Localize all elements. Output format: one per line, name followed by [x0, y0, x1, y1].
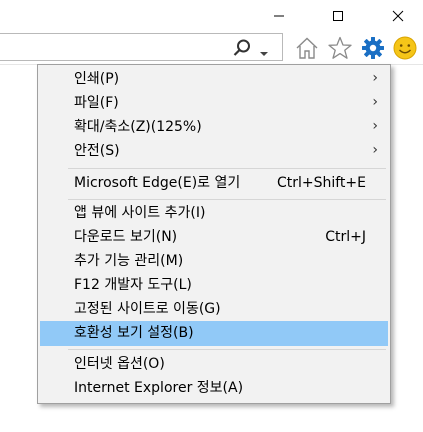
home-icon [296, 37, 318, 59]
menu-item-label: 인쇄(P) [74, 71, 120, 87]
submenu-arrow-icon: › [372, 70, 378, 86]
chevron-down-icon [260, 52, 268, 56]
menu-item-label: 인터넷 옵션(O) [74, 356, 165, 372]
menu-item-shortcut: Ctrl+Shift+E [276, 175, 366, 191]
menu-item-internet-options[interactable]: 인터넷 옵션(O) [40, 352, 388, 377]
tools-menu: 인쇄(P) › 파일(F) › 확대/축소(Z)(125%) › 안전(S) ›… [37, 64, 391, 404]
menu-item-manage-add-ons[interactable]: 추가 기능 관리(M) [40, 249, 388, 274]
menu-item-label: Internet Explorer 정보(A) [74, 380, 244, 396]
home-button[interactable] [294, 35, 320, 61]
close-button[interactable] [383, 4, 413, 28]
menu-item-shortcut: Ctrl+J [325, 229, 366, 245]
menu-separator [68, 199, 386, 200]
submenu-arrow-icon: › [372, 118, 378, 134]
menu-item-label: 안전(S) [74, 143, 120, 159]
tools-button[interactable] [360, 35, 386, 61]
close-icon [392, 10, 404, 22]
menu-item-label: 추가 기능 관리(M) [74, 253, 184, 269]
menu-item-file[interactable]: 파일(F) › [40, 91, 388, 116]
menu-item-add-site-to-apps[interactable]: 앱 뷰에 사이트 추가(I) [40, 201, 388, 226]
menu-item-about-ie[interactable]: Internet Explorer 정보(A) [40, 376, 388, 401]
submenu-arrow-icon: › [372, 94, 378, 110]
minimize-icon [274, 15, 284, 17]
gear-icon [362, 37, 384, 59]
menu-item-view-downloads[interactable]: 다운로드 보기(N) Ctrl+J [40, 225, 388, 250]
menu-item-label: 확대/축소(Z)(125%) [74, 119, 202, 135]
search-button[interactable] [232, 38, 252, 58]
menu-item-go-to-pinned-sites[interactable]: 고정된 사이트로 이동(G) [40, 297, 388, 322]
menu-item-safety[interactable]: 안전(S) › [40, 139, 388, 164]
browser-window: 인쇄(P) › 파일(F) › 확대/축소(Z)(125%) › 안전(S) ›… [0, 0, 423, 432]
smiley-icon [393, 36, 417, 60]
maximize-button[interactable] [323, 4, 353, 28]
search-icon [233, 39, 250, 56]
star-icon [328, 36, 352, 59]
menu-item-label: 고정된 사이트로 이동(G) [74, 301, 221, 317]
menu-item-f12-developer-tools[interactable]: F12 개발자 도구(L) [40, 273, 388, 298]
menu-item-print[interactable]: 인쇄(P) › [40, 67, 388, 92]
submenu-arrow-icon: › [372, 142, 378, 158]
maximize-icon [333, 11, 343, 21]
favorites-button[interactable] [327, 35, 353, 61]
menu-separator [68, 349, 386, 350]
menu-item-label: 앱 뷰에 사이트 추가(I) [74, 205, 206, 221]
menu-item-label: F12 개발자 도구(L) [74, 277, 192, 293]
menu-item-compatibility-view-settings[interactable]: 호환성 보기 설정(B) [40, 321, 388, 346]
menu-item-label: 다운로드 보기(N) [74, 229, 178, 245]
menu-item-label: 파일(F) [74, 95, 119, 111]
minimize-button[interactable] [264, 4, 294, 28]
menu-item-label: Microsoft Edge(E)로 열기 [74, 175, 241, 191]
address-dropdown-button[interactable] [259, 43, 269, 56]
menu-item-open-in-edge[interactable]: Microsoft Edge(E)로 열기 Ctrl+Shift+E [40, 171, 388, 196]
menu-separator [68, 168, 386, 169]
feedback-button[interactable] [392, 35, 418, 61]
menu-item-label: 호환성 보기 설정(B) [74, 325, 194, 341]
menu-item-zoom[interactable]: 확대/축소(Z)(125%) › [40, 115, 388, 140]
